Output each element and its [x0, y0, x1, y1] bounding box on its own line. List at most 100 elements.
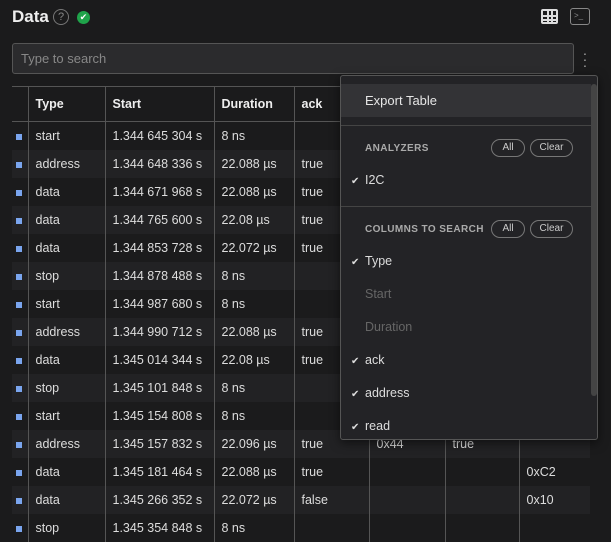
search-column-item[interactable]: ✔ address	[351, 386, 409, 400]
table-cell	[444, 485, 519, 514]
table-cell: 22.096 µs	[213, 429, 294, 458]
table-cell: data	[27, 177, 105, 206]
terminal-icon[interactable]: >_	[570, 8, 590, 25]
column-header[interactable]: Duration	[213, 86, 294, 122]
search-column-item[interactable]: ✔ Type	[351, 254, 392, 268]
column-header[interactable]: Type	[27, 86, 105, 122]
table-cell: 1.344 987 680 s	[104, 289, 214, 318]
analyzer-item[interactable]: ✔ I2C	[351, 173, 384, 187]
marker-icon	[16, 133, 22, 140]
row-marker	[12, 514, 28, 542]
row-marker	[12, 429, 28, 458]
column-header[interactable]: Start	[104, 86, 214, 122]
table-row[interactable]: data 1.345 266 352 s 22.072 µs false 0x10	[12, 485, 590, 514]
table-cell	[368, 457, 445, 486]
table-cell: 1.344 765 600 s	[104, 205, 214, 234]
table-view-icon[interactable]	[541, 9, 558, 24]
help-icon[interactable]: ?	[53, 9, 69, 25]
table-cell: address	[27, 149, 105, 178]
table-cell: data	[27, 457, 105, 486]
marker-icon	[16, 525, 22, 532]
table-cell	[444, 457, 519, 486]
search-column-item[interactable]: ✔ ack	[351, 353, 384, 367]
marker-icon	[16, 245, 22, 252]
table-cell: 8 ns	[213, 401, 294, 430]
row-marker	[12, 290, 28, 318]
columns-all-button[interactable]: All	[491, 220, 525, 238]
marker-icon	[16, 441, 22, 448]
table-cell: false	[293, 485, 369, 514]
status-check-icon: ✔	[77, 11, 90, 24]
table-cell: 22.072 µs	[213, 485, 294, 514]
row-marker	[12, 149, 28, 178]
row-marker	[12, 178, 28, 206]
table-cell	[518, 513, 590, 542]
table-cell: 22.088 µs	[213, 177, 294, 206]
table-cell: 1.344 878 488 s	[104, 261, 214, 290]
row-marker	[12, 234, 28, 262]
check-icon: ✔	[351, 389, 360, 400]
more-options-icon[interactable]: · · ·	[582, 46, 588, 72]
export-table-item[interactable]: Export Table	[341, 84, 591, 117]
analyzers-all-button[interactable]: All	[491, 139, 525, 157]
table-cell: 1.345 354 848 s	[104, 513, 214, 542]
table-cell: data	[27, 345, 105, 374]
table-cell: 8 ns	[213, 513, 294, 542]
table-cell: 8 ns	[213, 289, 294, 318]
search-column-item[interactable]: Start	[351, 287, 391, 301]
menu-scrollbar[interactable]	[591, 84, 597, 396]
table-cell: 22.08 µs	[213, 345, 294, 374]
table-cell	[293, 513, 369, 542]
divider	[341, 206, 591, 207]
table-cell: 22.088 µs	[213, 457, 294, 486]
table-cell: 1.345 014 344 s	[104, 345, 214, 374]
table-cell: start	[27, 289, 105, 318]
table-cell: 0x10	[518, 485, 590, 514]
divider	[341, 125, 591, 126]
table-cell: start	[27, 121, 105, 150]
check-icon: ✔	[351, 422, 360, 433]
table-cell: 1.344 990 712 s	[104, 317, 214, 346]
check-icon: ✔	[351, 257, 360, 268]
table-cell: 1.344 671 968 s	[104, 177, 214, 206]
check-icon: ✔	[351, 176, 360, 187]
marker-icon	[16, 189, 22, 196]
table-row[interactable]: data 1.345 181 464 s 22.088 µs true 0xC2	[12, 457, 590, 486]
table-cell: data	[27, 233, 105, 262]
table-cell: data	[27, 485, 105, 514]
table-cell	[444, 513, 519, 542]
table-cell: 0xC2	[518, 457, 590, 486]
marker-icon	[16, 497, 22, 504]
row-marker	[12, 485, 28, 514]
row-marker	[12, 317, 28, 346]
columns-section-title: COLUMNS TO SEARCH	[365, 224, 484, 235]
table-cell: stop	[27, 373, 105, 402]
check-icon: ✔	[351, 356, 360, 367]
table-cell: 8 ns	[213, 121, 294, 150]
table-cell: 1.344 645 304 s	[104, 121, 214, 150]
marker-icon	[16, 385, 22, 392]
search-input[interactable]	[12, 43, 574, 74]
analyzers-section-title: ANALYZERS	[365, 143, 429, 154]
row-marker	[12, 458, 28, 486]
table-cell: 22.088 µs	[213, 149, 294, 178]
table-cell: address	[27, 317, 105, 346]
table-cell: 22.072 µs	[213, 233, 294, 262]
table-cell: stop	[27, 261, 105, 290]
table-cell: 1.344 648 336 s	[104, 149, 214, 178]
table-cell: 8 ns	[213, 373, 294, 402]
table-cell: address	[27, 429, 105, 458]
table-cell: 1.345 154 808 s	[104, 401, 214, 430]
table-cell: true	[293, 457, 369, 486]
table-cell: 1.345 157 832 s	[104, 429, 214, 458]
marker-icon	[16, 469, 22, 476]
table-cell: 1.345 181 464 s	[104, 457, 214, 486]
search-column-item[interactable]: Duration	[351, 320, 412, 334]
row-marker	[12, 346, 28, 374]
analyzers-clear-button[interactable]: Clear	[530, 139, 573, 157]
search-column-item[interactable]: ✔ read	[351, 419, 390, 433]
marker-icon	[16, 161, 22, 168]
columns-clear-button[interactable]: Clear	[530, 220, 573, 238]
table-row[interactable]: stop 1.345 354 848 s8 ns	[12, 513, 590, 542]
table-cell: stop	[27, 513, 105, 542]
